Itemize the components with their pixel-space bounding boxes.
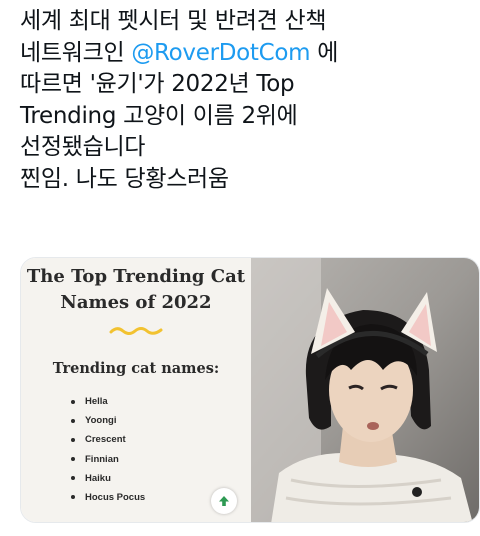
tweet-text-segment: 네트워크인 — [20, 39, 132, 66]
card-title: The Top Trending Cat Names of 2022 — [21, 264, 251, 316]
cat-name-list: Hella Yoongi Crescent Finnian Haiku Hocu… — [71, 392, 145, 507]
tweet-line: 네트워크인 @RoverDotCom 에 — [20, 38, 470, 70]
tweet-text: 세계 최대 펫시터 및 반려견 산책 네트워크인 @RoverDotCom 에 … — [20, 6, 470, 195]
tweet-line: 선정됐습니다 — [20, 134, 146, 160]
list-item: Crescent — [71, 430, 145, 449]
mention-link[interactable]: @RoverDotCom — [131, 40, 310, 66]
squiggle-decoration — [109, 327, 163, 335]
list-item: Hocus Pocus — [71, 488, 145, 507]
tweet-line: 따르면 '윤기'가 2022년 Top — [20, 71, 295, 97]
arrow-up-icon — [219, 496, 229, 506]
tweet-line: 세계 최대 펫시터 및 반려견 산책 — [20, 8, 327, 34]
list-item: Haiku — [71, 469, 145, 488]
media-image-cat-names-card[interactable]: The Top Trending Cat Names of 2022 Trend… — [21, 258, 251, 522]
media-grid: The Top Trending Cat Names of 2022 Trend… — [20, 257, 480, 523]
list-item: Finnian — [71, 450, 145, 469]
tweet-line: 찐임. 나도 당황스러움 — [20, 165, 229, 192]
tweet-text-segment: 에 — [310, 39, 339, 66]
card-title-line: The Top Trending Cat — [26, 266, 246, 287]
card-title-line: Names of 2022 — [60, 292, 212, 313]
media-image-photo[interactable] — [251, 258, 479, 522]
list-item: Hella — [71, 392, 145, 411]
card-subtitle: Trending cat names: — [52, 360, 220, 377]
scroll-up-button[interactable] — [211, 488, 237, 514]
photo-illustration — [251, 258, 479, 522]
tweet-line: Trending 고양이 이름 2위에 — [20, 102, 298, 129]
list-item: Yoongi — [71, 411, 145, 430]
